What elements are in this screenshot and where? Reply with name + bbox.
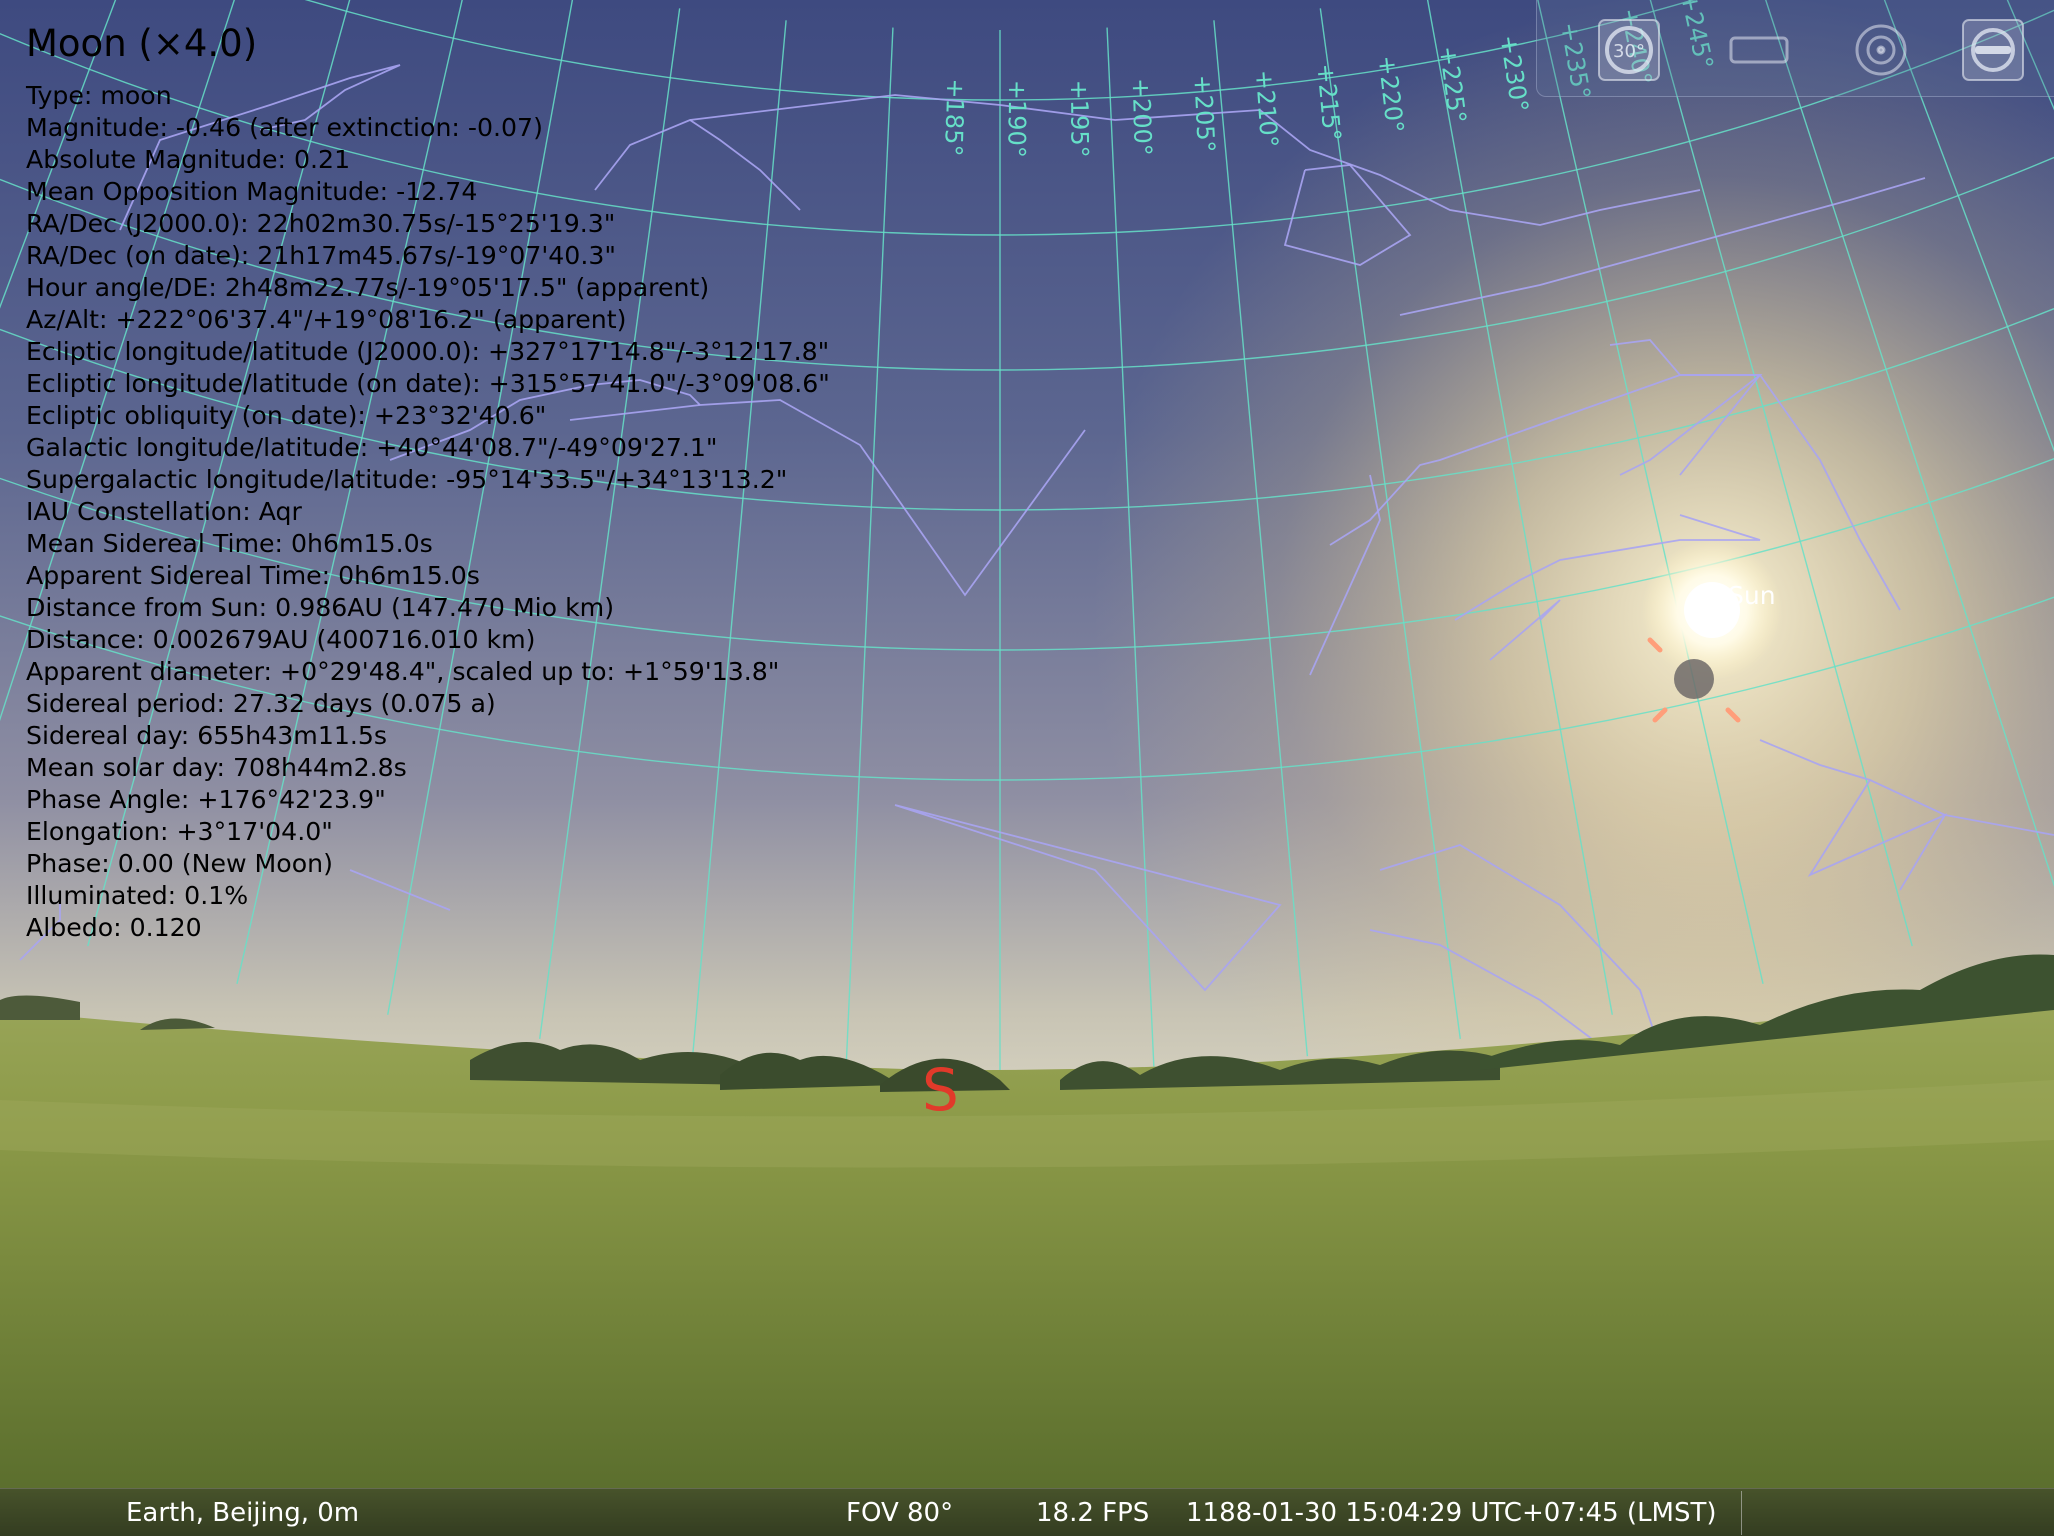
- info-line: Illuminated: 0.1%: [26, 881, 249, 910]
- info-line: Mean solar day: 708h44m2.8s: [26, 753, 407, 782]
- rectangle-frame-icon: [1729, 36, 1789, 64]
- info-line: Absolute Magnitude: 0.21: [26, 145, 351, 174]
- info-line: Albedo: 0.120: [26, 913, 202, 942]
- target-button[interactable]: [1849, 18, 1913, 82]
- info-line: Ecliptic obliquity (on date): +23°32'40.…: [26, 401, 547, 430]
- info-line: Magnitude: -0.46 (after extinction: -0.0…: [26, 113, 543, 142]
- object-info-panel: Moon (×4.0) Type: moon Magnitude: -0.46 (…: [26, 18, 1226, 944]
- object-info-lines: Type: moon Magnitude: -0.46 (after extinc…: [26, 80, 1226, 944]
- object-title: Moon (×4.0): [26, 22, 258, 65]
- info-line: Ecliptic longitude/latitude (on date): +…: [26, 369, 830, 398]
- info-line: Apparent Sidereal Time: 0h6m15.0s: [26, 561, 480, 590]
- status-bar-divider: [1741, 1491, 1742, 1535]
- info-line: Sidereal day: 655h43m11.5s: [26, 721, 388, 750]
- fov-30-button[interactable]: 30°: [1597, 18, 1661, 82]
- fov-label: FOV 80°: [846, 1498, 954, 1528]
- info-line: Phase Angle: +176°42'23.9": [26, 785, 386, 814]
- azimuth-label: +210°: [1250, 69, 1283, 149]
- fov-30-label: 30°: [1613, 41, 1645, 62]
- screen-frame-button[interactable]: [1727, 18, 1791, 82]
- status-bar: Earth, Beijing, 0m FOV 80° 18.2 FPS 1188…: [0, 1488, 2054, 1536]
- info-line: Galactic longitude/latitude: +40°44'08.7…: [26, 433, 718, 462]
- stellarium-view[interactable]: +185° +190° +195° +200° +205° +210° +215° +220°…: [0, 0, 2054, 1536]
- info-line: IAU Constellation: Aqr: [26, 497, 302, 526]
- location-label[interactable]: Earth, Beijing, 0m: [126, 1498, 359, 1528]
- tools-button[interactable]: [1961, 18, 2025, 82]
- info-line: Mean Sidereal Time: 0h6m15.0s: [26, 529, 433, 558]
- target-circle-icon: [1855, 24, 1907, 76]
- info-line: Hour angle/DE: 2h48m22.77s/-19°05'17.5" …: [26, 273, 710, 302]
- info-line: Mean Opposition Magnitude: -12.74: [26, 177, 478, 206]
- top-right-toolbar: 30°: [1536, 0, 2054, 97]
- info-line: Distance from Sun: 0.986AU (147.470 Mio …: [26, 593, 615, 622]
- info-line: Distance: 0.002679AU (400716.010 km): [26, 625, 536, 654]
- info-line: Ecliptic longitude/latitude (J2000.0): +…: [26, 337, 830, 366]
- info-line: Apparent diameter: +0°29'48.4", scaled u…: [26, 657, 780, 686]
- info-line: RA/Dec (on date): 21h17m45.67s/-19°07'40…: [26, 241, 616, 270]
- fps-label: 18.2 FPS: [1036, 1498, 1150, 1528]
- info-line: Az/Alt: +222°06'37.4"/+19°08'16.2" (appa…: [26, 305, 627, 334]
- info-line: Phase: 0.00 (New Moon): [26, 849, 333, 878]
- info-line: Sidereal period: 27.32 days (0.075 a): [26, 689, 496, 718]
- info-line: Supergalactic longitude/latitude: -95°14…: [26, 465, 788, 494]
- info-line: RA/Dec (J2000.0): 22h02m30.75s/-15°25'19…: [26, 209, 616, 238]
- sun-label: Sun: [1728, 581, 1776, 610]
- info-line: Elongation: +3°17'04.0": [26, 817, 333, 846]
- info-line: Type: moon: [26, 81, 172, 110]
- compass-south-label: S: [922, 1056, 959, 1124]
- moon[interactable]: [1674, 659, 1714, 699]
- datetime-label[interactable]: 1188-01-30 15:04:29 UTC+07:45 (LMST): [1186, 1498, 1717, 1528]
